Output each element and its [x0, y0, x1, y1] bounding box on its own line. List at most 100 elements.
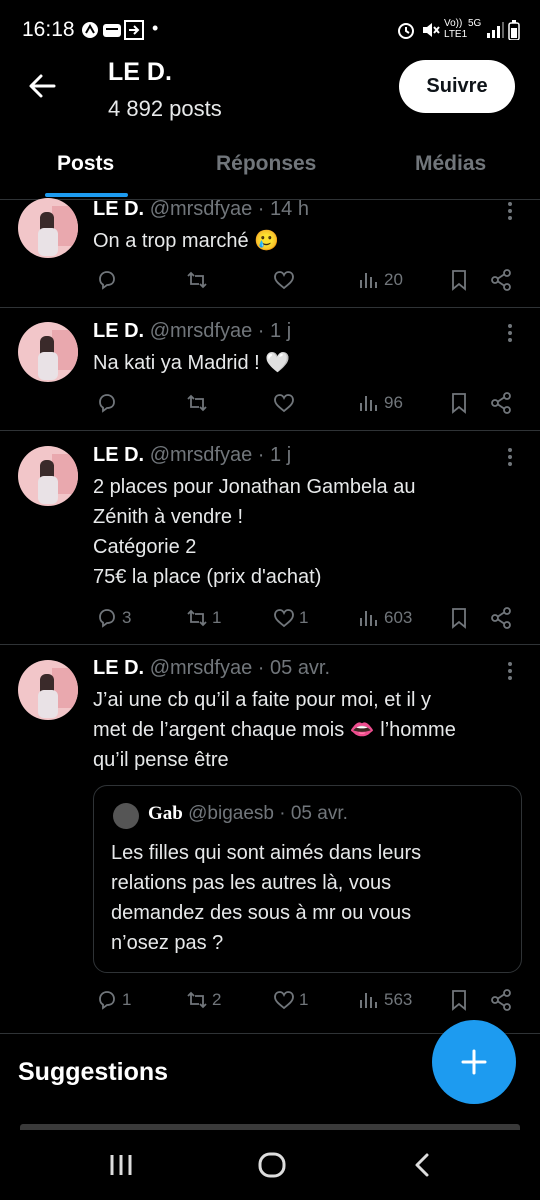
author-name[interactable]: LE D. [93, 444, 144, 466]
heart-icon [274, 991, 294, 1010]
like-count: 1 [299, 990, 309, 1009]
volte-indicator: Vo)) LTE1 [444, 18, 468, 40]
repost-button[interactable] [186, 392, 212, 414]
quote-header: Gab @bigaesb · 05 avr. [148, 803, 348, 825]
tab-posts[interactable]: Posts [57, 152, 114, 176]
avatar[interactable] [18, 446, 78, 506]
views-icon [360, 273, 377, 288]
dot-icon: • [152, 18, 159, 38]
repost-icon [187, 609, 207, 627]
reply-icon [99, 609, 115, 628]
plus-icon [461, 1049, 487, 1075]
reply-count: 1 [122, 990, 132, 1009]
more-options-icon[interactable] [500, 660, 520, 682]
back-nav-icon[interactable] [412, 1152, 432, 1178]
views-button[interactable]: 96 [358, 392, 403, 414]
repost-button[interactable]: 2 [186, 989, 221, 1011]
views-count: 563 [384, 990, 413, 1009]
like-button[interactable] [273, 392, 299, 414]
views-icon [360, 993, 377, 1008]
tweet-header: LE D. @mrsdfyae · 05 avr. [93, 657, 330, 680]
repost-button[interactable]: 1 [186, 607, 221, 629]
tab-media[interactable]: Médias [415, 152, 486, 176]
quote-text: Les filles qui sont aimés dans leurs rel… [111, 842, 422, 954]
share-icon[interactable] [490, 269, 512, 291]
recent-apps-icon[interactable] [108, 1152, 134, 1178]
home-icon[interactable] [257, 1150, 287, 1180]
avatar[interactable] [18, 198, 78, 258]
reply-count: 3 [122, 608, 132, 627]
reply-button[interactable] [96, 269, 122, 291]
repost-icon [187, 394, 207, 412]
like-button[interactable]: 1 [273, 989, 308, 1011]
active-tab-indicator [45, 193, 128, 197]
message-icon [103, 24, 121, 37]
heart-icon [274, 271, 294, 290]
like-button[interactable]: 1 [273, 607, 308, 629]
alarm-icon [398, 23, 414, 39]
views-icon [360, 396, 377, 411]
bookmark-icon[interactable] [449, 989, 469, 1011]
heart-icon [274, 609, 294, 628]
share-icon[interactable] [490, 392, 512, 414]
status-time: 16:18 [22, 18, 75, 41]
signal-icon [487, 22, 504, 38]
author-name[interactable]: LE D. [93, 198, 144, 220]
author-name[interactable]: LE D. [93, 320, 144, 342]
tweet-header: LE D. @mrsdfyae · 14 h [93, 198, 309, 221]
reply-icon [99, 991, 115, 1010]
repost-icon [187, 991, 207, 1009]
views-button[interactable]: 603 [358, 607, 412, 629]
views-count: 603 [384, 608, 413, 627]
tweet-header: LE D. @mrsdfyae · 1 j [93, 320, 291, 343]
alert-icon [82, 22, 98, 38]
author-meta: @mrsdfyae · 05 avr. [149, 657, 331, 679]
reply-icon [99, 394, 115, 413]
reply-button[interactable]: 1 [96, 989, 131, 1011]
bookmark-icon[interactable] [449, 392, 469, 414]
avatar[interactable] [18, 322, 78, 382]
views-button[interactable]: 563 [358, 989, 412, 1011]
share-icon[interactable] [490, 989, 512, 1011]
mute-icon [423, 23, 440, 37]
back-arrow-icon[interactable] [26, 70, 58, 102]
tweet-text: J’ai une cb qu’il a faite pour moi, et i… [93, 689, 456, 771]
network-type: 5G [468, 18, 482, 29]
reply-button[interactable]: 3 [96, 607, 131, 629]
quote-author-name[interactable]: Gab [148, 803, 183, 824]
more-options-icon[interactable] [500, 322, 520, 344]
author-name[interactable]: LE D. [93, 657, 144, 679]
system-nav-bar [0, 1130, 540, 1200]
views-button[interactable]: 20 [358, 269, 403, 291]
reply-button[interactable] [96, 392, 122, 414]
share-icon[interactable] [490, 607, 512, 629]
bookmark-icon[interactable] [449, 269, 469, 291]
like-button[interactable] [273, 269, 299, 291]
profile-name: LE D. [108, 58, 172, 86]
follow-button[interactable]: Suivre [399, 60, 515, 113]
tab-replies[interactable]: Réponses [216, 152, 316, 176]
author-meta: @mrsdfyae · 1 j [149, 444, 292, 466]
avatar[interactable] [18, 660, 78, 720]
more-options-icon[interactable] [500, 200, 520, 222]
tweet-header: LE D. @mrsdfyae · 1 j [93, 444, 291, 467]
bookmark-icon[interactable] [449, 607, 469, 629]
compose-button[interactable] [432, 1020, 516, 1104]
quote-avatar[interactable] [113, 803, 139, 829]
posts-count: 4 892 posts [108, 96, 222, 121]
repost-icon [187, 271, 207, 289]
tweet-text: On a trop marché 🥲 [93, 230, 280, 252]
reply-icon [99, 271, 115, 290]
views-icon [360, 611, 377, 626]
repost-count: 2 [212, 990, 222, 1009]
tweet-text: 2 places pour Jonathan Gambela au Zénith… [93, 476, 416, 588]
status-bar: 16:18 • Vo)) LTE1 5G [0, 0, 540, 60]
suggestions-title: Suggestions [18, 1058, 169, 1086]
repost-button[interactable] [186, 269, 212, 291]
more-options-icon[interactable] [500, 446, 520, 468]
cast-icon [124, 20, 144, 40]
repost-count: 1 [212, 608, 222, 627]
quote-author-meta: @bigaesb · 05 avr. [188, 803, 348, 824]
views-count: 20 [384, 270, 403, 289]
views-count: 96 [384, 393, 403, 412]
